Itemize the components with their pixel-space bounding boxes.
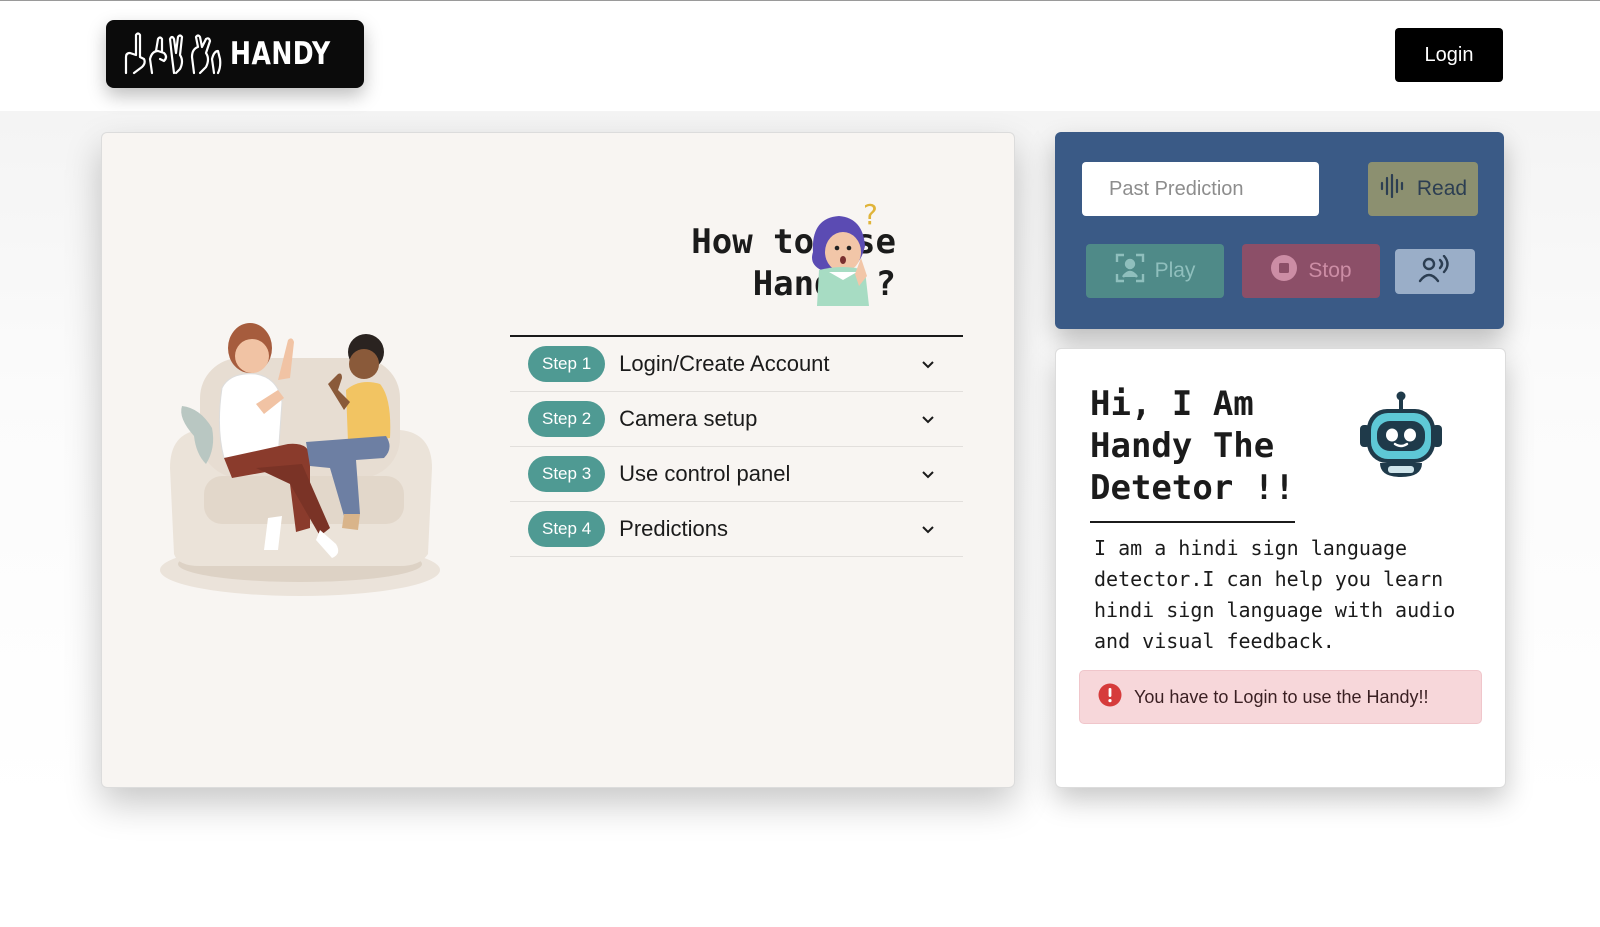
sign-hands-logo-icon [122,29,222,79]
bot-description: I am a hindi sign language detector.I ca… [1094,536,1456,653]
step-3-label: Use control panel [619,461,791,486]
play-button[interactable]: Play [1086,244,1224,298]
play-button-label: Play [1154,259,1196,282]
step-2-badge: Step 2 [528,401,606,437]
bot-title: Hi, I Am Handy The Detetor !! [1090,383,1295,523]
step-2-label: Camera setup [619,406,758,431]
step-4-label: Predictions [619,516,728,541]
step-3-row[interactable]: Step 3 Use control panel [510,447,963,502]
face-scan-icon [1115,253,1145,289]
step-1-label: Login/Create Account [619,351,830,376]
step-2-row[interactable]: Step 2 Camera setup [510,392,963,447]
stop-circle-icon [1270,254,1298,288]
handy-bot-card: Hi, I Am Handy The Detetor !! I am a hin… [1055,348,1506,788]
step-1-badge: Step 1 [528,346,606,382]
chevron-down-icon[interactable] [917,360,939,369]
past-prediction-input[interactable] [1082,162,1319,216]
step-3-badge: Step 3 [528,456,606,492]
audio-wave-icon [1379,173,1407,204]
voice-recognition-button[interactable] [1395,249,1475,294]
robot-icon [1356,391,1446,488]
alert-text: You have to Login to use the Handy!! [1134,686,1429,707]
svg-text:?: ? [863,200,878,231]
handy-logo[interactable]: HANDY [106,20,364,88]
login-button[interactable]: Login [1395,28,1503,82]
thinking-girl-icon: ? [805,198,895,315]
read-button-label: Read [1416,177,1468,200]
how-to-use-card: How to use Handy ? ? Step 1 Login/Create… [101,132,1015,788]
read-button[interactable]: Read [1368,162,1478,216]
voice-recognition-icon [1418,254,1452,289]
step-4-row[interactable]: Step 4 Predictions [510,502,963,557]
chevron-down-icon[interactable] [917,525,939,534]
login-required-alert: You have to Login to use the Handy!! [1079,670,1482,724]
step-1-row[interactable]: Step 1 Login/Create Account [510,337,963,392]
control-panel: Read Play Stop [1055,132,1504,329]
stop-button[interactable]: Stop [1242,244,1380,298]
alert-icon [1098,683,1122,712]
logo-text: HANDY [230,36,331,72]
chevron-down-icon[interactable] [917,470,939,479]
step-4-badge: Step 4 [528,511,606,547]
sign-language-conversation-illustration [160,318,450,603]
stop-button-label: Stop [1308,259,1352,282]
chevron-down-icon[interactable] [917,415,939,424]
steps-accordion: Step 1 Login/Create Account Step 2 Camer… [510,335,963,557]
